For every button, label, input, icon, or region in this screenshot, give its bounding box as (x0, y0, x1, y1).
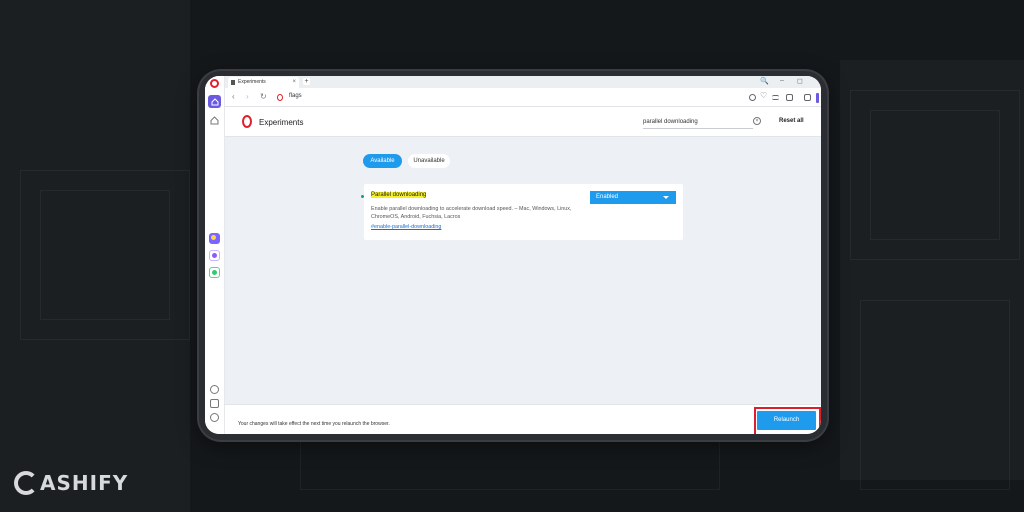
bg-square (870, 110, 1000, 240)
tab-title: Experiments (238, 79, 266, 85)
relaunch-message: Your changes will take effect the next t… (238, 421, 390, 427)
tab-experiments[interactable]: Experiments × (228, 77, 299, 88)
maximize-button[interactable]: ◻ (797, 77, 803, 85)
home-outline-icon[interactable] (208, 114, 221, 127)
search-tabs-icon[interactable]: 🔍 (760, 77, 769, 85)
camera-icon[interactable] (749, 94, 756, 101)
photos-icon[interactable] (209, 233, 220, 244)
cashify-wordmark: ASHIFY (40, 471, 129, 495)
bg-square (860, 300, 1010, 490)
new-tab-button[interactable]: + (303, 78, 310, 85)
relaunch-button[interactable]: Relaunch (757, 411, 816, 430)
whatsapp-icon[interactable] (209, 267, 220, 278)
relaunch-bar: Your changes will take effect the next t… (225, 404, 821, 434)
tab-unavailable[interactable]: Unavailable (408, 154, 450, 168)
chevron-down-icon (663, 196, 669, 199)
minimize-button[interactable]: – (780, 77, 784, 84)
experiments-content: Available Unavailable Parallel downloadi… (225, 137, 821, 404)
messenger-icon-glyph (212, 253, 217, 258)
url-field[interactable]: flags (289, 93, 302, 99)
whatsapp-icon-glyph (212, 270, 217, 275)
menu-icon[interactable] (772, 95, 779, 100)
page-title: Experiments (259, 118, 304, 127)
flag-name: Parallel downloading (371, 192, 427, 198)
flag-card: Parallel downloading Enable parallel dow… (361, 184, 683, 240)
browser-window: Experiments × + 🔍 – ◻ ‹ › ↻ flags ♡ Expe… (205, 76, 821, 434)
heart-icon[interactable] (210, 399, 219, 408)
bg-square (40, 190, 170, 320)
url-opera-icon (277, 94, 283, 101)
reset-all-button[interactable]: Reset all (779, 118, 804, 124)
flag-state-select[interactable]: Enabled (590, 191, 676, 204)
opera-sidebar (205, 76, 225, 434)
address-bar: ‹ › ↻ flags ♡ (225, 88, 821, 107)
close-icon[interactable]: × (292, 77, 296, 88)
home-icon[interactable] (208, 95, 221, 108)
flag-description: Enable parallel downloading to accelerat… (371, 206, 572, 220)
flag-modified-dot (361, 195, 364, 198)
settings-icon[interactable] (210, 385, 219, 394)
experiments-header: Experiments parallel downloading × Reset… (225, 107, 821, 137)
tab-available[interactable]: Available (363, 154, 402, 168)
flag-permalink[interactable]: #enable-parallel-downloading (371, 224, 441, 230)
forward-icon[interactable]: › (246, 92, 249, 101)
sidebar-toggle[interactable] (816, 93, 819, 103)
reload-icon[interactable]: ↻ (260, 92, 267, 101)
opera-logo-icon (242, 115, 252, 128)
extensions-icon[interactable] (804, 94, 811, 101)
photos-icon-sun (211, 235, 216, 240)
search-input[interactable]: parallel downloading (643, 115, 753, 129)
flag-state-value: Enabled (596, 194, 619, 200)
tab-strip: Experiments × + 🔍 – ◻ (225, 76, 821, 88)
opera-logo-icon[interactable] (210, 79, 219, 88)
lock-icon[interactable] (786, 94, 793, 101)
messenger-icon[interactable] (209, 250, 220, 261)
flag-icon (231, 80, 235, 85)
history-icon[interactable] (210, 413, 219, 422)
heart-icon[interactable]: ♡ (760, 91, 767, 100)
clear-search-icon[interactable]: × (753, 117, 761, 125)
cashify-logo: ASHIFY (14, 468, 128, 498)
cashify-mark-icon (14, 471, 38, 495)
back-icon[interactable]: ‹ (232, 92, 235, 101)
